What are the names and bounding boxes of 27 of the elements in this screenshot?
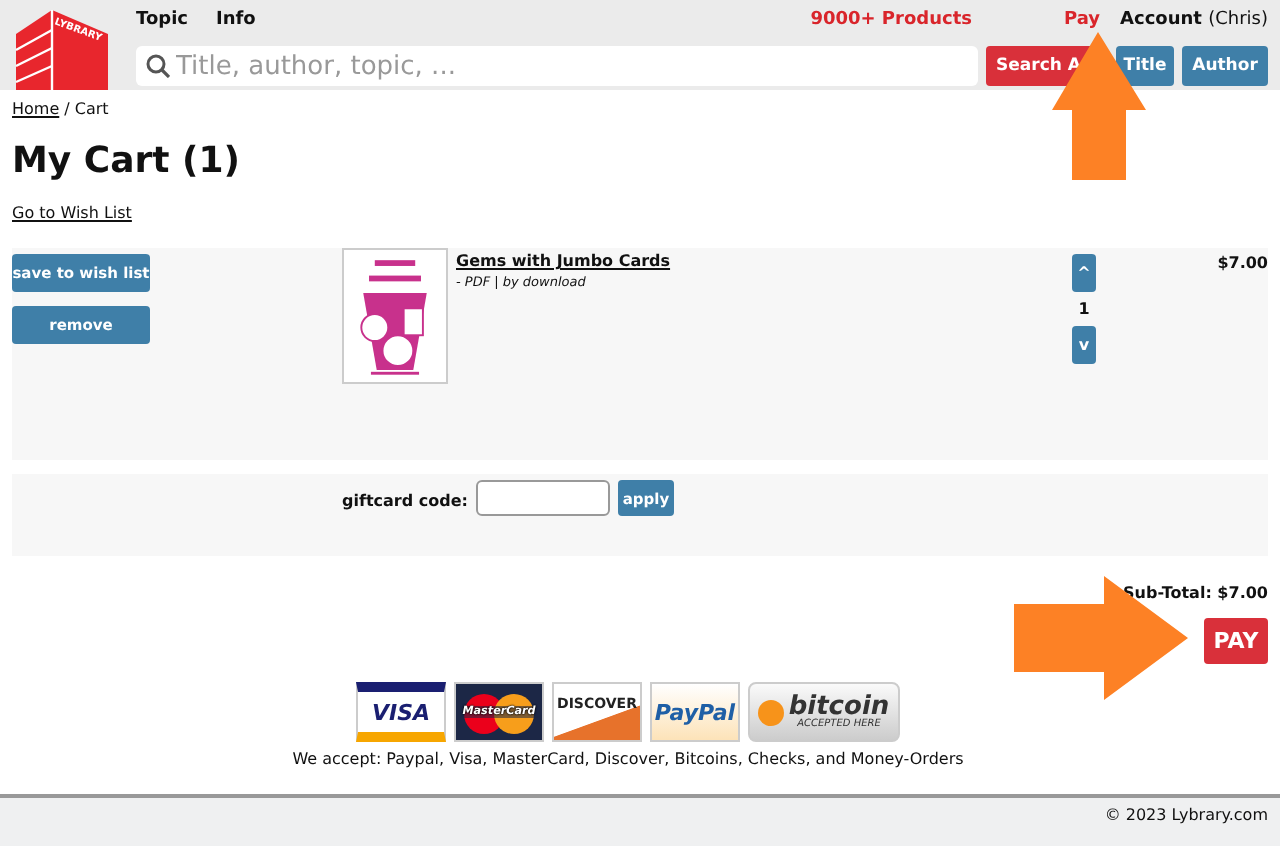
nav-link[interactable]: Info [216, 10, 256, 30]
pay-link[interactable]: Pay [1063, 10, 1101, 30]
products-link[interactable]: 9000+ Products [810, 10, 972, 30]
nav-link[interactable]: Topic [136, 10, 188, 30]
search-button[interactable]: Title [1116, 46, 1174, 86]
giftcard-field[interactable] [475, 480, 610, 516]
page-title: My Cart (1) [12, 140, 240, 184]
search-button[interactable]: Author [1182, 46, 1268, 86]
payment-note: We accept: Paypal, Visa, MasterCard, Discover, Bitcoins, Checks, and Money-Orders [290, 750, 966, 768]
quantity-value: 1 [1076, 300, 1092, 318]
giftcard-label: giftcard code: [342, 492, 468, 510]
pay-button[interactable]: PAY [1204, 618, 1268, 664]
item-price: $7.00 [1217, 254, 1268, 272]
quantity-down-button[interactable]: v [1072, 326, 1096, 364]
visa-logo: VISA [356, 682, 446, 742]
search-icon [146, 54, 170, 78]
breadcrumb-current: Cart [74, 100, 109, 118]
wish-list-link[interactable]: Go to Wish List [12, 204, 132, 222]
breadcrumb-separator: / [62, 100, 72, 118]
product-title-link[interactable]: Gems with Jumbo Cards [456, 252, 671, 270]
subtotal: Sub-Total: $7.00 [1123, 584, 1268, 602]
copyright: © 2023 Lybrary.com [1104, 806, 1268, 824]
account-link[interactable]: Account (Chris) [1120, 10, 1268, 30]
quantity-up-button[interactable]: ^ [1072, 254, 1096, 292]
search-field[interactable]: Title, author, topic, ... [136, 46, 978, 86]
paypal-logo: PayPal [650, 682, 740, 742]
breadcrumb-link[interactable]: Home [12, 100, 60, 118]
